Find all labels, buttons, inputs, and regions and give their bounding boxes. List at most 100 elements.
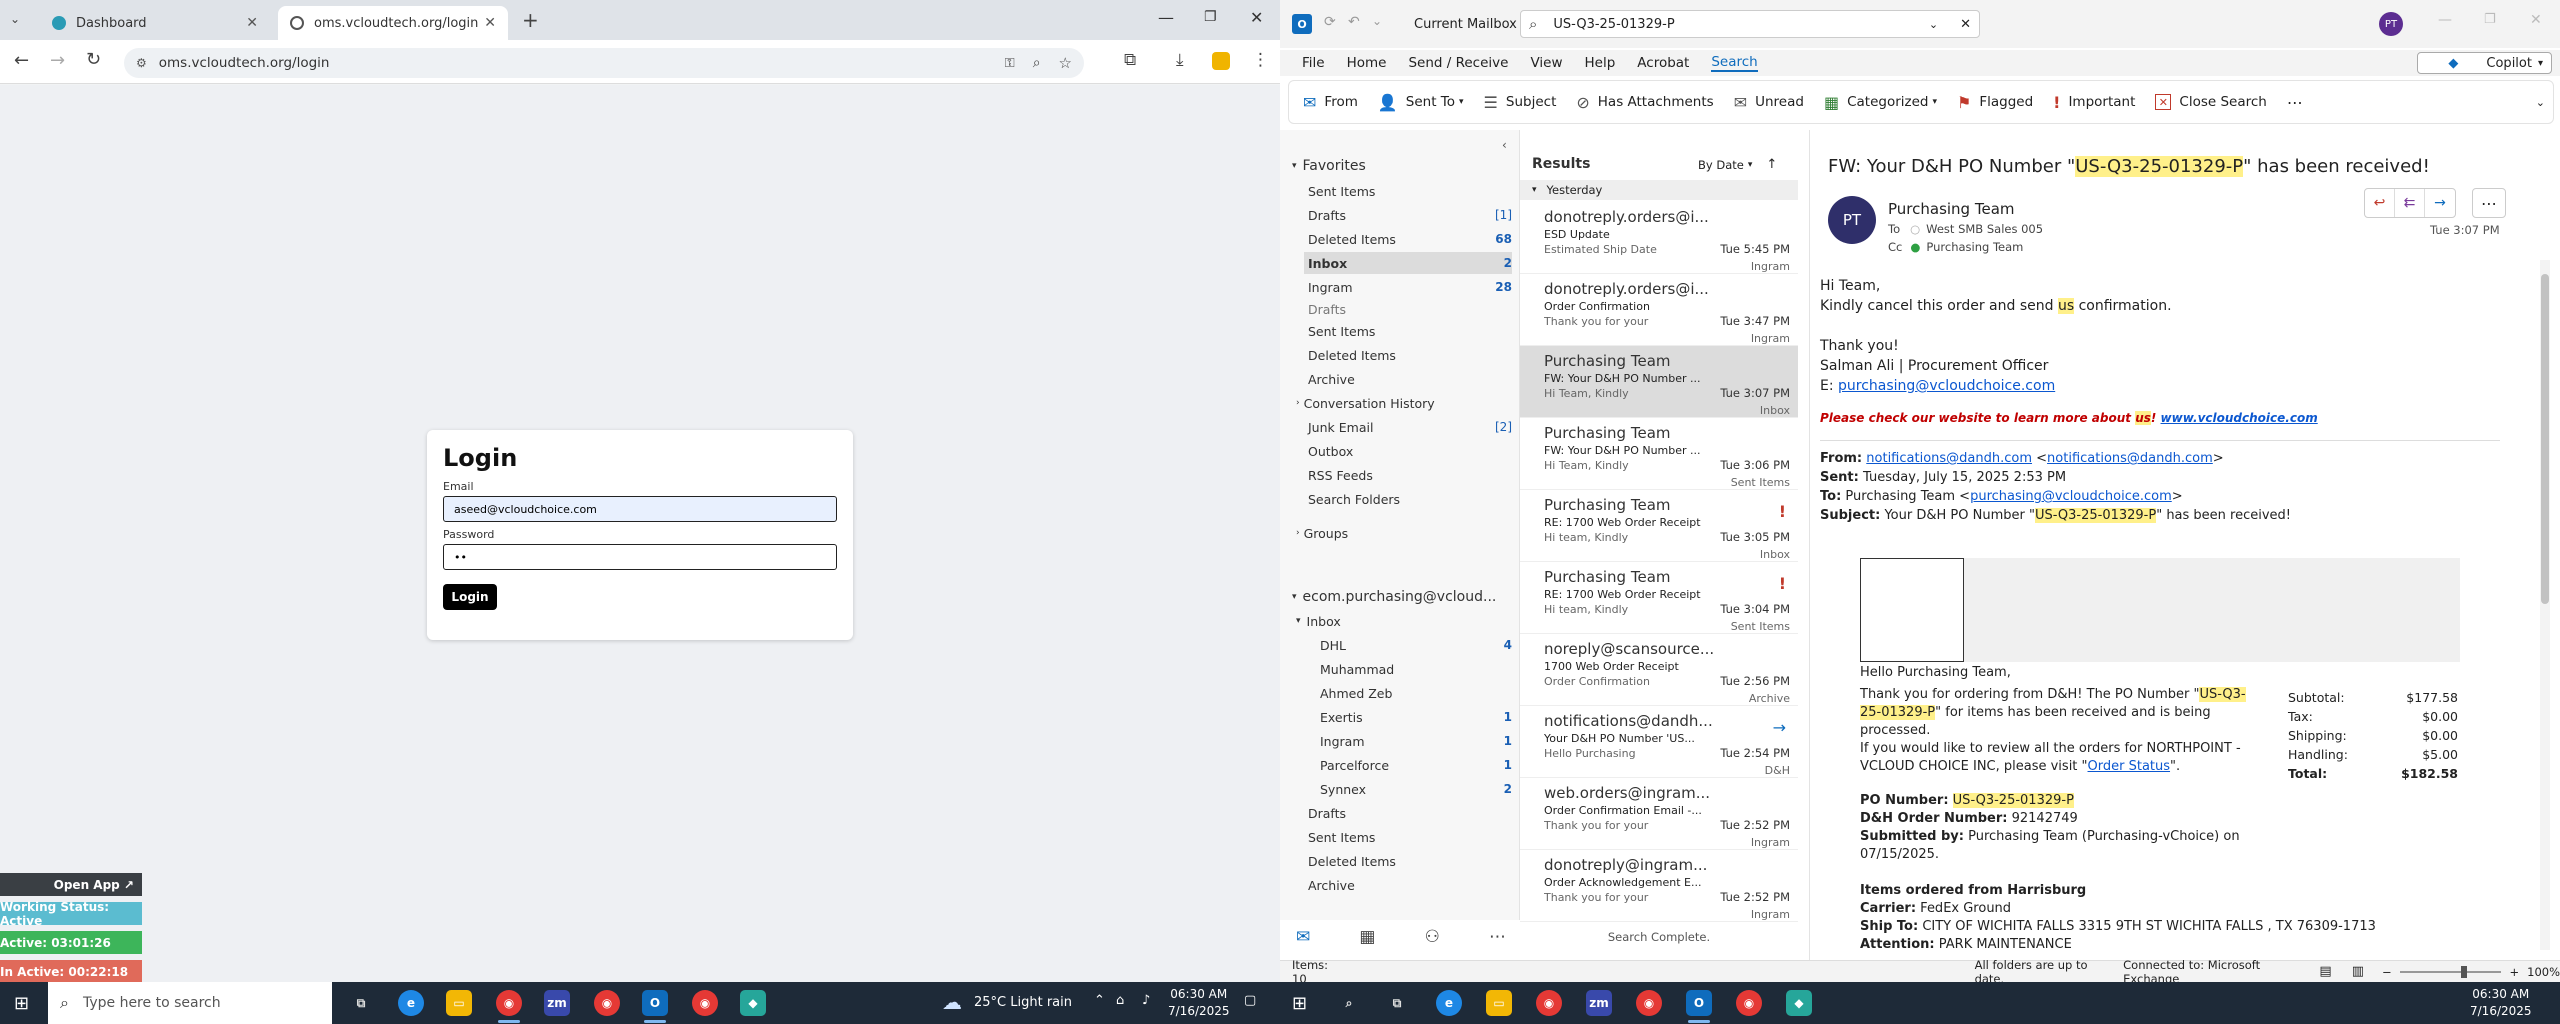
menu-home[interactable]: Home [1347, 55, 1387, 71]
message-list-item[interactable]: Purchasing Team RE: 1700 Web Order Receip… [1520, 490, 1798, 562]
menu-file[interactable]: File [1302, 55, 1325, 71]
account-deleted-items[interactable]: Deleted Items [1308, 850, 1528, 872]
message-list-item[interactable]: noreply@scansource.... 1700 Web Order Rec… [1520, 634, 1798, 706]
close-window-icon[interactable]: ✕ [2530, 12, 2542, 28]
chrome-icon[interactable]: ◉ [1536, 990, 1562, 1016]
copilot-button[interactable]: ◆ Copilot ▾ [2417, 52, 2552, 74]
customize-toolbar-icon[interactable]: ⌄ [1372, 14, 1382, 28]
favorites-header[interactable]: ▾ Favorites [1292, 155, 1512, 177]
search-icon[interactable]: ⌕ [1336, 990, 1362, 1016]
fwd-from-link[interactable]: notifications@dandh.com [1866, 451, 2032, 466]
outlook-app-icon[interactable]: O [642, 990, 668, 1016]
tab-dashboard[interactable]: Dashboard ✕ [40, 6, 270, 40]
extension-badge-icon[interactable] [1212, 52, 1230, 70]
sort-direction-icon[interactable]: ↑ [1766, 157, 1777, 172]
account-header[interactable]: ▾ ecom.purchasing@vcloud... [1292, 586, 1512, 608]
fwd-to-link[interactable]: purchasing@vcloudchoice.com [1970, 489, 2172, 504]
minimize-icon[interactable]: — [2438, 12, 2452, 28]
forward-icon[interactable]: → [2425, 189, 2455, 217]
subfolder-synnex[interactable]: Synnex 2 [1320, 778, 1512, 800]
normal-view-icon[interactable]: ▤ [2319, 964, 2331, 979]
more-actions-icon[interactable]: ⋯ [2472, 188, 2506, 218]
sender-name[interactable]: Purchasing Team [1888, 200, 2015, 218]
ribbon-subject[interactable]: ☰ Subject [1484, 93, 1557, 112]
zoom-slider-handle[interactable] [2460, 965, 2467, 978]
clear-search-icon[interactable]: ✕ [1960, 17, 1971, 32]
folder-deleted-items[interactable]: Deleted Items [1308, 344, 1528, 366]
undo-icon[interactable]: ↶ [1348, 14, 1360, 30]
folder-junk-email[interactable]: Junk Email [2] [1308, 416, 1512, 438]
close-icon[interactable]: ✕ [484, 15, 496, 31]
maximize-icon[interactable]: ❐ [2484, 12, 2496, 27]
folder-archive[interactable]: Archive [1308, 368, 1528, 390]
menu-send-receive[interactable]: Send / Receive [1408, 55, 1508, 71]
extensions-icon[interactable]: ⧉ [1124, 50, 1136, 70]
message-list-item[interactable]: donotreply@ingram... Order Acknowledgemen… [1520, 850, 1798, 922]
subfolder-muhammad[interactable]: Muhammad [1320, 658, 1512, 680]
avatar[interactable]: PT [2379, 12, 2403, 36]
menu-kebab-icon[interactable]: ⋮ [1252, 50, 1269, 70]
file-explorer-icon[interactable]: ▭ [446, 990, 472, 1016]
zoom-slider[interactable] [2399, 965, 2502, 978]
fav-drafts[interactable]: Drafts [1] [1308, 204, 1512, 226]
fav-deleted-items[interactable]: Deleted Items 68 [1308, 228, 1512, 250]
reading-view-icon[interactable]: ▥ [2352, 964, 2364, 979]
network-icon[interactable]: ⌂ [1116, 993, 1124, 1008]
message-list-item[interactable]: Purchasing Team RE: 1700 Web Order Receip… [1520, 562, 1798, 634]
account-inbox[interactable]: ▾ Inbox [1296, 610, 1516, 632]
signature-email-link[interactable]: purchasing@vcloudchoice.com [1838, 378, 2055, 394]
zoom-app-icon[interactable]: zm [1586, 990, 1612, 1016]
notification-icon[interactable]: ▢ [1244, 993, 1256, 1008]
weather-text[interactable]: 25°C Light rain [974, 995, 1072, 1010]
clock-right[interactable]: 06:30 AM 7/16/2025 [2470, 986, 2532, 1020]
people-icon[interactable]: ⚇ [1425, 927, 1440, 947]
windows-start-icon[interactable]: ⊞ [1292, 993, 1307, 1014]
account-archive[interactable]: Archive [1308, 874, 1528, 896]
reload-icon[interactable]: ↻ [86, 49, 101, 70]
forward-icon[interactable]: → [50, 50, 65, 71]
more-apps-icon[interactable]: ⋯ [1489, 927, 1506, 947]
ribbon-flagged[interactable]: ⚑ Flagged [1957, 93, 2033, 112]
minimize-icon[interactable]: — [1158, 8, 1174, 27]
to-recipient[interactable]: West SMB Sales 005 [1926, 222, 2043, 236]
menu-acrobat[interactable]: Acrobat [1637, 55, 1689, 71]
chrome-profile-icon[interactable]: ◉ [692, 990, 718, 1016]
login-button[interactable]: Login [443, 584, 497, 610]
task-view-icon[interactable]: ⧉ [348, 990, 374, 1016]
mailbox-scope-dropdown[interactable]: Current Mailbox ▾ [1414, 10, 1530, 38]
chrome-profile-icon[interactable]: ◉ [1736, 990, 1762, 1016]
reply-all-icon[interactable]: ⇇ [2395, 189, 2425, 217]
menu-help[interactable]: Help [1585, 55, 1616, 71]
zoom-in-icon[interactable]: + [2509, 965, 2519, 979]
subfolder-dhl[interactable]: DHL 4 [1320, 634, 1512, 656]
ribbon-important[interactable]: ! Important [2053, 93, 2135, 112]
bookmark-star-icon[interactable]: ☆ [1059, 54, 1072, 72]
password-field[interactable] [443, 544, 837, 570]
calendar-icon[interactable]: ▦ [1359, 927, 1375, 947]
subfolder-parcelforce[interactable]: Parcelforce 1 [1320, 754, 1512, 776]
message-list-item[interactable]: Purchasing Team FW: Your D&H PO Number ..… [1520, 418, 1798, 490]
folder-groups[interactable]: › Groups [1296, 522, 1516, 544]
more-options-icon[interactable]: ⋯ [2287, 93, 2303, 112]
search-input[interactable]: US-Q3-25-01329-P [1553, 17, 1674, 32]
group-header[interactable]: ▾ Yesterday [1520, 180, 1798, 200]
close-window-icon[interactable]: ✕ [1250, 8, 1263, 27]
close-icon[interactable]: ✕ [246, 15, 258, 31]
sort-dropdown[interactable]: By Date ▾ ↑ [1698, 157, 1777, 172]
message-list-item[interactable]: Purchasing Team FW: Your D&H PO Number ..… [1520, 346, 1798, 418]
taskbar-search[interactable]: ⌕ Type here to search [48, 982, 332, 1024]
collapse-ribbon-icon[interactable]: ⌄ [2536, 96, 2545, 109]
fav-ingram[interactable]: Ingram 28 [1308, 276, 1512, 298]
folder-rss-feeds[interactable]: RSS Feeds [1308, 464, 1528, 486]
sender-avatar[interactable]: PT [1828, 196, 1876, 244]
menu-search[interactable]: Search [1711, 54, 1758, 72]
chevron-down-icon[interactable]: ⌄ [1929, 18, 1938, 31]
subfolder-exertis[interactable]: Exertis 1 [1320, 706, 1512, 728]
volume-icon[interactable]: ♪ [1142, 993, 1150, 1008]
outlook-app-icon[interactable]: O [1686, 990, 1712, 1016]
chrome-profile-icon[interactable]: ◉ [1636, 990, 1662, 1016]
address-bar[interactable]: ⚙ oms.vcloudtech.org/login ⚿ ⌕ ☆ [124, 48, 1084, 78]
folder-conversation-history[interactable]: › Conversation History [1296, 392, 1516, 414]
fav-sent-items[interactable]: Sent Items [1308, 180, 1512, 202]
menu-view[interactable]: View [1530, 55, 1562, 71]
